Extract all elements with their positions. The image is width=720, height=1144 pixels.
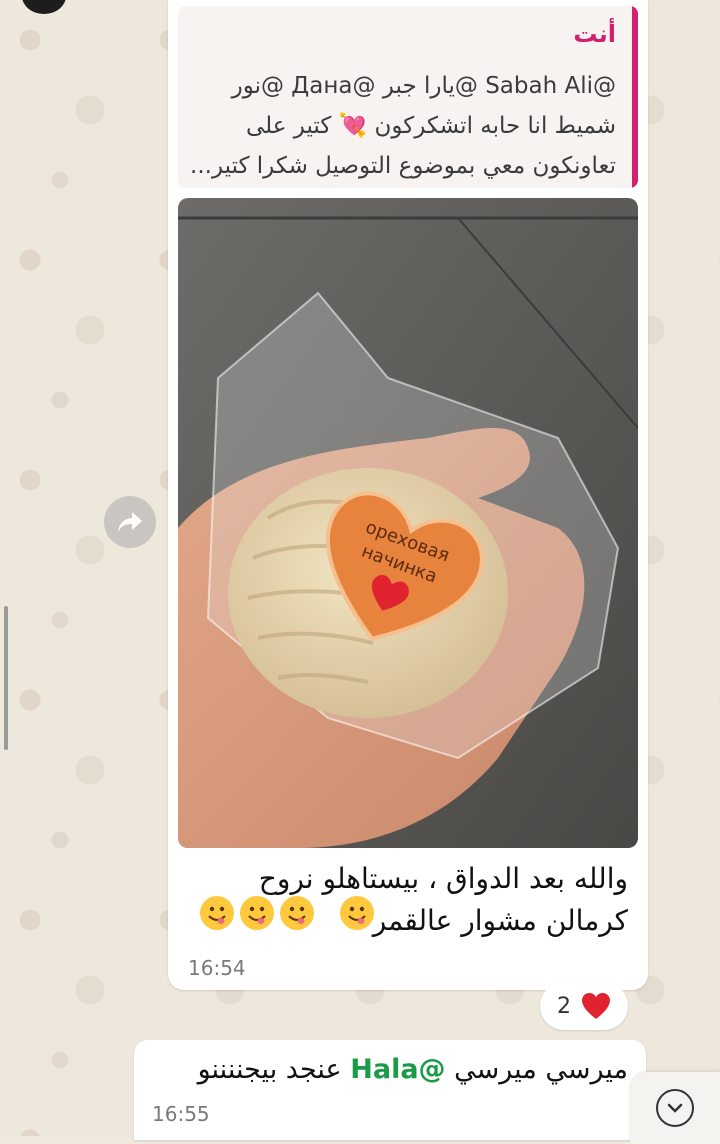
- quote-text: @Sabah Ali @يارا جبر @Дана @نور شميط انا…: [186, 66, 616, 186]
- chevron-down-icon: [656, 1089, 694, 1127]
- message-bubble-second[interactable]: ميرسي ميرسي @Hala عنجد بيجننننو 16:55: [134, 1040, 646, 1140]
- message-photo[interactable]: ореховая начинка: [178, 198, 638, 848]
- forward-button[interactable]: [104, 496, 156, 548]
- second-message-timestamp: 16:55: [152, 1102, 210, 1126]
- scroll-indicator[interactable]: [4, 606, 8, 750]
- quote-line-3: تعاونكون معي بموضوع التوصيل شكرا كتير...: [190, 153, 616, 179]
- second-text-before: ميرسي ميرسي: [454, 1054, 628, 1085]
- yum-face-icon: [340, 896, 374, 930]
- caption-line-1: والله بعد الدواق ، بيستاهلو نروح: [258, 862, 628, 895]
- yum-face-icon: [200, 896, 234, 930]
- quoted-message[interactable]: أنت @Sabah Ali @يارا جبر @Дана @نور شميط…: [178, 6, 638, 188]
- quote-sender: أنت: [573, 20, 616, 48]
- scroll-to-bottom-button[interactable]: [630, 1072, 720, 1144]
- quote-accent-bar: [632, 6, 638, 188]
- yum-face-icon: [280, 896, 314, 930]
- quote-line-2: شميط انا حابه اتشكركون 💘 كتير على: [245, 113, 616, 139]
- second-text-after: عنجد بيجننننو: [197, 1054, 342, 1085]
- photo-illustration: ореховая начинка: [178, 198, 638, 848]
- forward-arrow-icon: [118, 512, 142, 532]
- emoji-row: [200, 896, 374, 930]
- reaction-count: 2: [557, 993, 571, 1019]
- quote-line-1: @Sabah Ali @يارا جبر @Дана @نور: [231, 73, 616, 99]
- message-timestamp: 16:54: [188, 956, 246, 980]
- yum-face-icon: [240, 896, 274, 930]
- heart-icon: [582, 993, 610, 1019]
- second-message-text: ميرسي ميرسي @Hala عنجد بيجننننو: [198, 1054, 628, 1085]
- mention-hala[interactable]: @Hala: [350, 1054, 445, 1085]
- reaction-pill[interactable]: 2: [540, 982, 628, 1030]
